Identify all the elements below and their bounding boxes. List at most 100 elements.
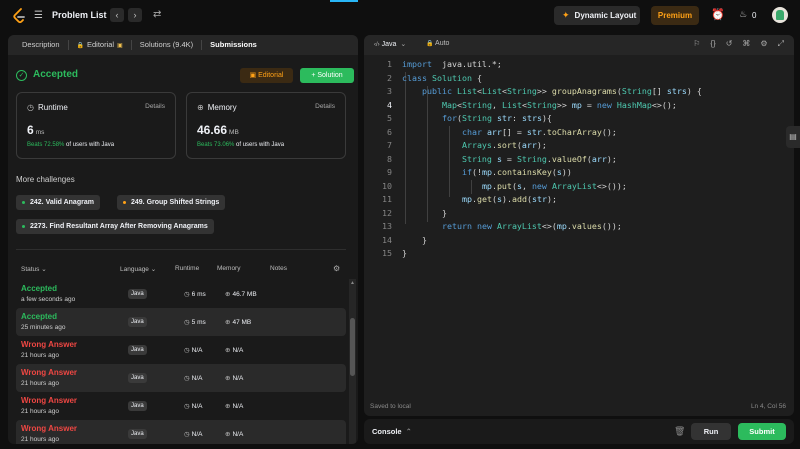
submission-status[interactable]: Accepted (21, 284, 57, 293)
flame-icon[interactable]: ♨ (739, 9, 747, 20)
code-token: mp (461, 194, 472, 204)
runtime-card[interactable]: ◷ Runtime Details 6 ms Beats 72.58% of use… (16, 92, 176, 159)
format-braces-icon[interactable]: {} (710, 39, 715, 49)
language-select[interactable]: ‹/› Java ⌄ (374, 40, 406, 48)
next-problem-button[interactable]: › (128, 8, 142, 22)
submission-runtime-value: N/A (191, 375, 203, 382)
shuffle-icon[interactable]: ⇄ (153, 9, 161, 20)
challenge-chip[interactable]: 249. Group Shifted Strings (117, 195, 226, 210)
trash-icon[interactable]: 🗑 (674, 426, 685, 437)
more-challenges-title: More challenges (16, 175, 75, 184)
submission-runtime-value: 5 ms (191, 319, 206, 326)
chip-icon: ⊕ (225, 347, 231, 354)
chip-icon: ⊕ (225, 319, 231, 326)
table-row[interactable]: Accepted a few seconds ago Java ◷ 6 ms ⊕ 4… (16, 280, 346, 308)
code-token: String (621, 86, 652, 96)
chip-icon: ⊕ (225, 403, 231, 410)
language-badge: Java (128, 429, 147, 439)
bookmark-icon[interactable]: ⚐ (693, 39, 700, 49)
cursor-position: Ln 4, Col 56 (750, 403, 786, 410)
memory-card-title: Memory (207, 103, 237, 112)
submission-status[interactable]: Accepted (21, 312, 57, 321)
language-column-header[interactable]: Language ⌄ (120, 265, 156, 273)
table-row[interactable]: Wrong Answer 21 hours ago Java ◷ N/A ⊕ N/A (16, 364, 346, 392)
submission-runtime-value: 6 ms (191, 291, 206, 298)
code-token: strs (521, 113, 542, 123)
problem-list-icon[interactable]: ☰ (34, 11, 46, 21)
code-token: List (481, 86, 502, 96)
memory-unit: MB (229, 129, 239, 136)
alarm-clock-icon[interactable]: ⏰ (711, 8, 725, 21)
code-token: String (506, 86, 537, 96)
line-number: 10 (382, 180, 392, 191)
code-line: String s = String.valueOf(arr); (402, 154, 617, 164)
table-row[interactable]: Wrong Answer 21 hours ago Java ◷ N/A ⊕ N/A (16, 336, 346, 364)
code-line: mp.put(s, new ArrayList<>()); (402, 181, 627, 191)
editorial-badge-icon: ▣ (117, 43, 123, 49)
shortcuts-icon[interactable]: ⌘ (742, 39, 750, 49)
top-bar: ☰ Problem List ‹ › ⇄ ✦ Dynamic Layout Pr… (0, 0, 800, 32)
left-tabs: Description 🔒 Editorial ▣ Solutions (9.4K)… (8, 35, 358, 55)
tab-editorial[interactable]: 🔒 Editorial ▣ (69, 35, 131, 55)
avatar[interactable] (772, 7, 788, 23)
side-notes-icon[interactable]: ▤ (786, 126, 800, 148)
table-row[interactable]: Wrong Answer 21 hours ago Java ◷ N/A ⊕ N/A (16, 392, 346, 420)
code-token: ){ (541, 113, 552, 123)
clock-icon: ◷ (27, 103, 34, 112)
memory-card[interactable]: ⊕ Memory Details 46.66 MB Beats 73.06% of … (186, 92, 346, 159)
submit-button[interactable]: Submit (738, 423, 786, 440)
section-divider (16, 249, 346, 250)
submission-status[interactable]: Wrong Answer (21, 424, 77, 433)
editorial-button[interactable]: ▣ Editorial (240, 68, 293, 83)
submission-memory-value: N/A (232, 403, 244, 410)
run-button[interactable]: Run (691, 423, 731, 440)
tab-solutions[interactable]: Solutions (9.4K) (132, 35, 201, 55)
fullscreen-icon[interactable]: ⤢ (778, 39, 784, 49)
dynamic-layout-button[interactable]: ✦ Dynamic Layout (554, 6, 640, 25)
language-badge: Java (128, 401, 147, 411)
memory-details-link[interactable]: Details (315, 103, 335, 110)
line-number: 6 (387, 126, 392, 137)
code-token: get (476, 194, 492, 204)
notes-column-header: Notes (270, 265, 287, 272)
code-token: } (402, 207, 447, 218)
runtime-details-link[interactable]: Details (145, 103, 165, 110)
chip-icon: ⊕ (225, 431, 231, 438)
auto-mode-toggle[interactable]: 🔒 Auto (426, 40, 449, 47)
code-line: } (402, 235, 427, 245)
language-select-label: Java (381, 41, 397, 48)
code-line: class Solution { (402, 73, 482, 83)
table-scrollbar[interactable] (349, 279, 356, 444)
submission-status[interactable]: Wrong Answer (21, 340, 77, 349)
challenge-chip[interactable]: 242. Valid Anagram (16, 195, 100, 210)
console-toggle[interactable]: Console ⌃ (372, 427, 412, 436)
prev-problem-button[interactable]: ‹ (110, 8, 124, 22)
submission-status[interactable]: Wrong Answer (21, 396, 77, 405)
tab-submissions[interactable]: Submissions (202, 35, 265, 55)
code-token: <>(); (651, 99, 677, 110)
gear-icon[interactable]: ⚙ (333, 264, 340, 273)
submission-status[interactable]: Wrong Answer (21, 368, 77, 377)
status-column-header[interactable]: Status ⌄ (21, 265, 47, 273)
table-row[interactable]: Wrong Answer 21 hours ago Java ◷ N/A ⊕ N/A (16, 420, 346, 444)
code-line: } (402, 208, 447, 218)
scroll-up-arrow-icon[interactable]: ▲ (350, 280, 355, 286)
challenge-chip[interactable]: 2273. Find Resultant Array After Removin… (16, 219, 214, 234)
premium-button[interactable]: Premium (651, 6, 699, 25)
code-token: String (526, 99, 557, 110)
reset-icon[interactable]: ↺ (726, 39, 733, 49)
memory-value: 46.66 (197, 123, 228, 137)
problem-list-link[interactable]: Problem List (52, 10, 107, 20)
table-row[interactable]: Accepted 25 minutes ago Java ◷ 5 ms ⊕ 47 M… (16, 308, 346, 336)
code-token: String (461, 113, 492, 123)
scrollbar-thumb[interactable] (350, 318, 355, 376)
code-token: )) (561, 167, 572, 177)
code-line: for(String str: strs){ (402, 113, 552, 123)
leetcode-logo-icon[interactable] (12, 8, 28, 24)
settings-icon[interactable]: ⚙ (760, 39, 767, 49)
language-header-label: Language (120, 266, 149, 273)
tab-description[interactable]: Description (14, 35, 68, 55)
add-solution-button[interactable]: + Solution (300, 68, 354, 83)
code-token: >> (536, 86, 552, 96)
